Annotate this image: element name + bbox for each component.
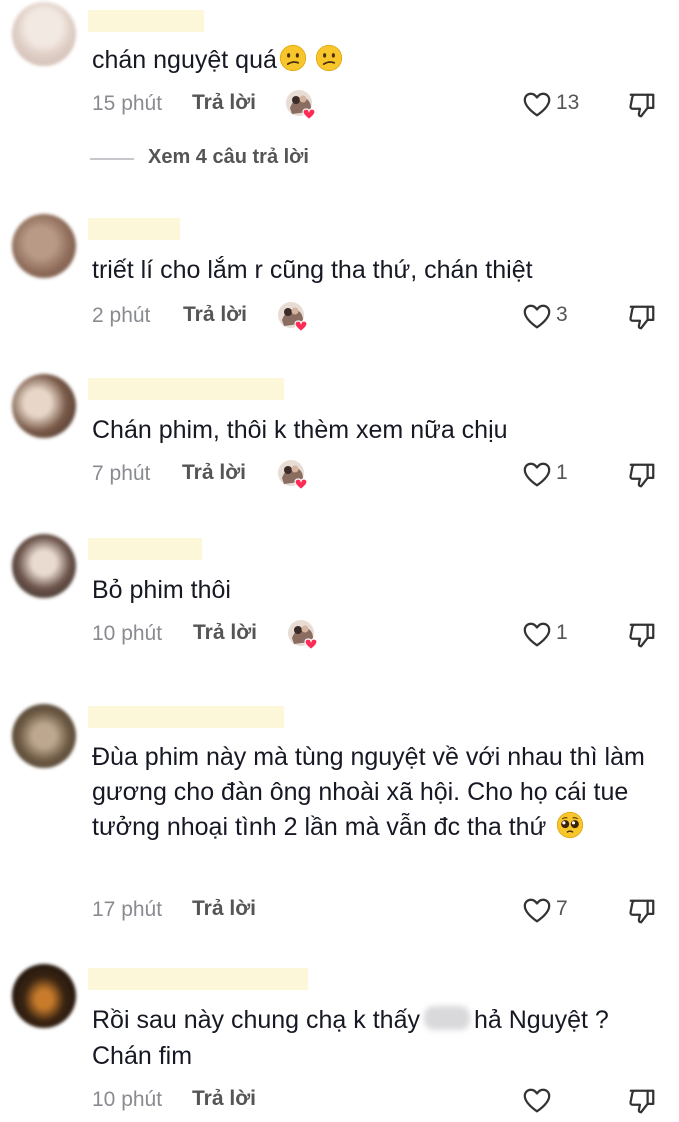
thumbs-down-icon[interactable] (627, 618, 657, 652)
thumbs-down-icon[interactable] (627, 894, 657, 928)
username-redacted (88, 706, 284, 728)
reply-button[interactable]: Trả lời (192, 897, 256, 921)
like-count: 3 (556, 303, 568, 326)
comment-text: Chán phim, thôi k thèm xem nữa chịu (92, 412, 662, 448)
comment-meta: 10 phút Trả lời 1 (0, 618, 679, 652)
creator-liked-avatar-icon (276, 300, 310, 334)
heart-outline-icon (522, 896, 552, 926)
like-button[interactable] (522, 1084, 582, 1118)
divider (90, 158, 134, 160)
confused-face-emoji (279, 44, 307, 72)
thumbs-down-icon[interactable] (627, 300, 657, 334)
avatar[interactable] (12, 2, 76, 66)
like-button[interactable]: 3 (522, 300, 582, 334)
like-button[interactable]: 1 (522, 618, 582, 652)
creator-liked-avatar-icon (284, 88, 318, 122)
username-redacted (88, 968, 308, 990)
avatar[interactable] (12, 374, 76, 438)
comment-time: 7 phút (92, 462, 151, 485)
heart-outline-icon (522, 620, 552, 650)
comment-text-content: triết lí cho lắm r cũng tha thứ, chán th… (92, 256, 533, 284)
confused-face-emoji (315, 44, 343, 72)
heart-outline-icon (522, 302, 552, 332)
comment-text-content: Rồi sau này chung chạ k thấy (92, 1006, 420, 1034)
comment-meta: 7 phút Trả lời 1 (0, 458, 679, 492)
like-count: 1 (556, 461, 568, 484)
pleading-face-emoji (556, 811, 584, 839)
like-button[interactable]: 7 (522, 894, 582, 928)
comment-time: 2 phút (92, 304, 151, 327)
comment-time: 10 phút (92, 622, 163, 645)
reply-button[interactable]: Trả lời (183, 303, 247, 327)
comment-time: 17 phút (92, 898, 163, 921)
thumbs-down-icon[interactable] (627, 1084, 657, 1118)
reply-button[interactable]: Trả lời (182, 461, 246, 485)
avatar[interactable] (12, 964, 76, 1028)
heart-outline-icon (522, 90, 552, 120)
avatar[interactable] (12, 704, 76, 768)
comment-text-content: chán nguyệt quá (92, 46, 277, 74)
avatar[interactable] (12, 214, 76, 278)
reply-button[interactable]: Trả lời (192, 1087, 256, 1111)
reply-button[interactable]: Trả lời (192, 91, 256, 115)
avatar[interactable] (12, 534, 76, 598)
username-redacted (88, 538, 202, 560)
comment-text-content: hả Nguyệt ? (473, 1006, 609, 1034)
reply-button[interactable]: Trả lời (193, 621, 257, 645)
like-count: 7 (556, 897, 568, 920)
redacted-word (423, 1006, 470, 1030)
comment-time: 10 phút (92, 1088, 163, 1111)
comment-text: triết lí cho lắm r cũng tha thứ, chán th… (92, 252, 662, 288)
heart-outline-icon (522, 460, 552, 490)
creator-liked-avatar-icon (276, 458, 310, 492)
thumbs-down-icon[interactable] (627, 88, 657, 122)
comment-meta: 15 phút Trả lời 13 (0, 88, 679, 122)
like-button[interactable]: 13 (522, 88, 582, 122)
creator-liked-avatar-icon (286, 618, 320, 652)
comment-text: Đùa phim này mà tùng nguyệt về với nhau … (92, 740, 662, 845)
comment-text-content: Chán fim (92, 1042, 193, 1070)
comment-text: Bỏ phim thôi (92, 572, 662, 608)
comment-text-content: Chán phim, thôi k thèm xem nữa chịu (92, 416, 508, 444)
comment-text: Rồi sau này chung chạ k thấy hả Nguyệt ? … (92, 1002, 662, 1074)
comment-meta: 17 phút Trả lời 7 (0, 894, 679, 928)
username-redacted (88, 378, 284, 400)
view-replies-label: Xem 4 câu trả lời (148, 146, 309, 168)
like-button[interactable]: 1 (522, 458, 582, 492)
like-count: 13 (556, 91, 580, 114)
comment-time: 15 phút (92, 92, 163, 115)
comment-meta: 10 phút Trả lời (0, 1084, 679, 1118)
comment-text: chán nguyệt quá (92, 42, 662, 78)
username-redacted (88, 10, 204, 32)
like-count: 1 (556, 621, 568, 644)
heart-outline-icon (522, 1086, 552, 1116)
comment-meta: 2 phút Trả lời 3 (0, 300, 679, 334)
username-redacted (88, 218, 180, 240)
comment-text-content: Bỏ phim thôi (92, 576, 231, 604)
thumbs-down-icon[interactable] (627, 458, 657, 492)
